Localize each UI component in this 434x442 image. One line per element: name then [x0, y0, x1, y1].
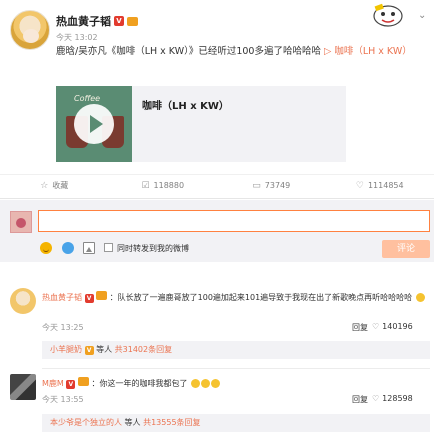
- comment-time: 今天 13:25: [42, 323, 84, 332]
- cartoon-sticker-icon: [373, 3, 403, 27]
- commenter-avatar[interactable]: [10, 374, 36, 400]
- comment-like-count: 128598: [382, 394, 413, 403]
- like-count: 1114854: [367, 181, 404, 190]
- post-time[interactable]: 今天 13:02: [56, 32, 98, 43]
- music-card[interactable]: Coffee 咖啡（LH x KW）: [56, 86, 346, 162]
- cover-script: Coffee: [74, 94, 101, 103]
- post-text: 鹿晗/吴亦凡《咖啡（LH x KW）》已经听过100多遍了哈哈哈哈: [56, 46, 321, 57]
- album-cover[interactable]: Coffee: [56, 86, 132, 162]
- thumb-up-icon: ♡: [355, 180, 364, 191]
- verified-v-icon: V: [114, 16, 124, 26]
- comment-text: 热血黄子韬 V ：队长放了一遍鹿哥放了100遍加起来101遍导致于我现在出了新歌…: [42, 291, 426, 304]
- commenter-name[interactable]: M鹿M: [42, 379, 64, 388]
- divider: [0, 198, 434, 199]
- comment-icon: ▭: [252, 180, 261, 191]
- comment-composer: 同时转发到我的微博 评论: [0, 200, 434, 262]
- comment-time: 今天 13:55: [42, 395, 84, 404]
- submit-comment-button[interactable]: 评论: [382, 240, 430, 258]
- like-button[interactable]: ♡ 1114854: [326, 175, 434, 196]
- topic-icon[interactable]: [62, 242, 74, 254]
- author-name[interactable]: 热血黄子韬: [56, 13, 111, 29]
- sub-reply-name[interactable]: 小羊腿奶: [50, 345, 82, 354]
- post-content: 鹿晗/吴亦凡《咖啡（LH x KW）》已经听过100多遍了哈哈哈哈 ▷ 咖啡（L…: [56, 45, 426, 59]
- laugh-emoji-icon: [211, 379, 220, 388]
- favorite-label: 收藏: [52, 181, 69, 190]
- sub-reply-more[interactable]: 共31402条回复: [115, 345, 172, 354]
- repost-checkbox[interactable]: [104, 243, 113, 252]
- commenter-name[interactable]: 热血黄子韬: [42, 293, 82, 302]
- laugh-emoji-icon: [201, 379, 210, 388]
- comment-like-count: 140196: [382, 322, 413, 331]
- verified-v-icon: V: [66, 380, 76, 389]
- thumb-up-icon: ♡: [372, 394, 380, 403]
- vip-badge-icon: [77, 377, 89, 386]
- emoji-icon[interactable]: [40, 242, 52, 254]
- my-avatar[interactable]: [10, 211, 32, 233]
- repost-checkbox-label[interactable]: 同时转发到我的微博: [117, 243, 189, 254]
- sub-reply-name[interactable]: 本少爷是个独立的人: [50, 418, 122, 427]
- repost-icon: ☑: [141, 180, 150, 191]
- comment-input[interactable]: [38, 210, 430, 232]
- image-icon[interactable]: [83, 242, 95, 254]
- music-title[interactable]: 咖啡（LH x KW）: [142, 97, 229, 112]
- laugh-emoji-icon: [415, 293, 425, 302]
- comment-body: ：队长放了一遍鹿哥放了100遍加起来101遍导致于我现在出了新歌晚点再听哈哈哈哈: [109, 293, 413, 302]
- play-icon[interactable]: [74, 104, 114, 144]
- favorite-button[interactable]: ☆ 收藏: [0, 175, 109, 196]
- vip-badge-icon: [127, 16, 138, 26]
- reply-button[interactable]: 回复: [352, 394, 368, 405]
- divider: [42, 368, 430, 369]
- sub-reply-text: 等人: [124, 418, 144, 427]
- laugh-emoji-icon: [191, 379, 200, 388]
- author-avatar[interactable]: [10, 10, 50, 50]
- reply-button[interactable]: 回复: [352, 322, 368, 333]
- comment-body: ：你这一年的咖啡我都包了: [91, 379, 188, 388]
- comment-text: M鹿M V ：你这一年的咖啡我都包了: [42, 377, 426, 390]
- sub-replies[interactable]: 小羊腿奶 V 等人 共31402条回复: [42, 341, 430, 359]
- chevron-down-icon[interactable]: ⌄: [418, 10, 426, 21]
- comment-button[interactable]: ▭ 73749: [217, 175, 326, 196]
- music-link[interactable]: ▷ 咖啡（LH x KW）: [324, 46, 412, 57]
- commenter-avatar[interactable]: [10, 288, 36, 314]
- sub-reply-more[interactable]: 共13555条回复: [143, 418, 200, 427]
- repost-count: 118880: [153, 181, 185, 190]
- comment-like-button[interactable]: ♡ 140196: [372, 322, 413, 331]
- vip-badge-icon: [96, 291, 108, 300]
- post-author[interactable]: 热血黄子韬 V: [56, 13, 138, 29]
- sub-replies[interactable]: 本少爷是个独立的人 等人 共13555条回复: [42, 414, 430, 432]
- verified-v-icon: V: [84, 346, 94, 355]
- thumb-up-icon: ♡: [372, 322, 380, 331]
- star-icon: ☆: [40, 180, 49, 191]
- post-action-bar: ☆ 收藏 ☑ 118880 ▭ 73749 ♡ 1114854: [0, 174, 434, 196]
- verified-v-icon: V: [84, 294, 94, 303]
- sub-reply-text: 等人: [96, 345, 115, 354]
- repost-button[interactable]: ☑ 118880: [109, 175, 218, 196]
- comment-like-button[interactable]: ♡ 128598: [372, 394, 413, 403]
- comment-count: 73749: [264, 181, 291, 190]
